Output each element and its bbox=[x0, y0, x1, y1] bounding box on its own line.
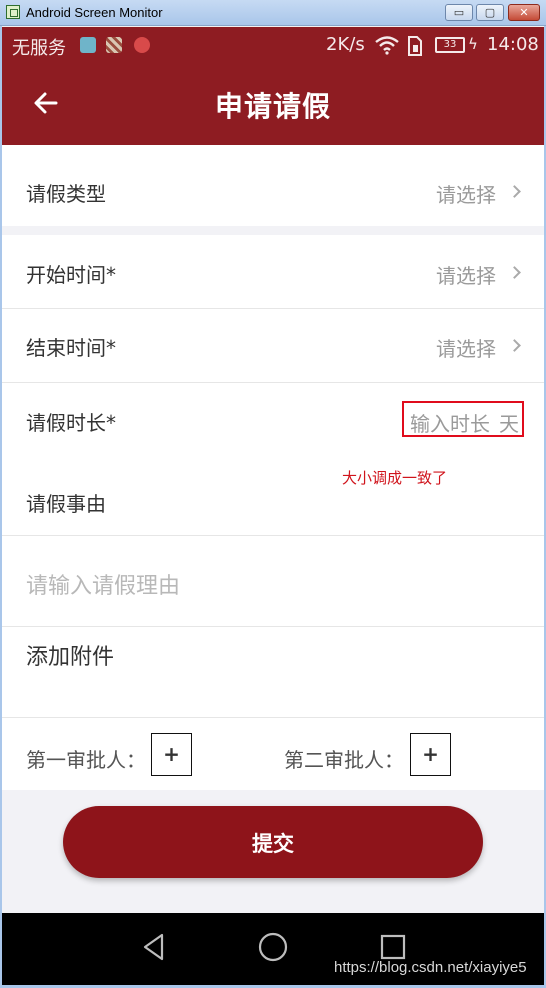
chevron-right-icon bbox=[508, 266, 521, 279]
wifi-icon bbox=[375, 36, 399, 55]
reason-label: 请假事由 bbox=[26, 492, 106, 516]
window-title-bar: Android Screen Monitor ▭ ▢ ✕ bbox=[0, 0, 546, 26]
divider bbox=[2, 626, 544, 627]
notification-app-icon bbox=[80, 37, 96, 53]
navigation-bar: https://blog.csdn.net/xiayiye5 bbox=[2, 913, 544, 985]
chevron-right-icon bbox=[508, 185, 521, 198]
end-time-row[interactable]: 结束时间* 请选择 bbox=[2, 309, 544, 382]
clock: 14:08 bbox=[487, 34, 539, 55]
second-approver-label: 第二审批人： bbox=[284, 748, 404, 772]
first-approver-label: 第一审批人： bbox=[26, 748, 146, 772]
home-circle-icon[interactable] bbox=[257, 931, 289, 963]
start-time-row[interactable]: 开始时间* 请选择 bbox=[2, 235, 544, 308]
battery-level: 33 bbox=[435, 37, 465, 53]
chevron-right-icon bbox=[508, 339, 521, 352]
divider bbox=[2, 717, 544, 718]
plus-icon: + bbox=[163, 742, 180, 766]
duration-input[interactable]: 输入时长 bbox=[410, 408, 490, 437]
maximize-button[interactable]: ▢ bbox=[476, 4, 504, 21]
start-time-value: 请选择 bbox=[436, 264, 496, 288]
leave-type-row[interactable]: 请假类型 请选择 bbox=[2, 145, 544, 226]
notification-image-icon bbox=[106, 37, 122, 53]
duration-unit: 天 bbox=[499, 412, 519, 436]
end-time-value: 请选择 bbox=[436, 337, 496, 361]
plus-icon: + bbox=[422, 742, 439, 766]
add-first-approver-button[interactable]: + bbox=[151, 733, 192, 776]
status-bar: 无服务 2K/s 33 ϟ 14:08 bbox=[2, 27, 544, 63]
window-title: Android Screen Monitor bbox=[26, 5, 163, 20]
back-triangle-icon[interactable] bbox=[140, 931, 168, 963]
annotation-note: 大小调成一致了 bbox=[342, 469, 448, 487]
minimize-button[interactable]: ▭ bbox=[445, 4, 473, 21]
submit-button[interactable]: 提交 bbox=[63, 806, 483, 878]
sim-icon bbox=[408, 36, 422, 56]
duration-highlight-box[interactable]: 输入时长 天 bbox=[402, 401, 524, 437]
app-icon bbox=[6, 5, 20, 19]
duration-label: 请假时长* bbox=[26, 411, 116, 435]
reason-section: 大小调成一致了 请假事由 请输入请假理由 添加附件 第一审批人： + 第二审批人… bbox=[2, 455, 544, 790]
charging-icon: ϟ bbox=[468, 35, 478, 53]
add-second-approver-button[interactable]: + bbox=[410, 733, 451, 776]
divider bbox=[2, 535, 544, 536]
leave-type-label: 请假类型 bbox=[26, 182, 106, 206]
attachment-label[interactable]: 添加附件 bbox=[26, 639, 114, 671]
leave-form: 请假类型 请选择 开始时间* 请选择 结束时间* 请选择 请假时长* 输入时长 … bbox=[2, 145, 544, 913]
page-title: 申请请假 bbox=[214, 90, 331, 123]
close-button[interactable]: ✕ bbox=[508, 4, 540, 21]
watermark: https://blog.csdn.net/xiayiye5 bbox=[334, 959, 527, 976]
submit-label: 提交 bbox=[252, 832, 294, 856]
leave-type-value: 请选择 bbox=[436, 183, 496, 207]
huawei-icon bbox=[134, 37, 150, 53]
carrier-text: 无服务 bbox=[12, 38, 66, 59]
reason-input[interactable]: 请输入请假理由 bbox=[26, 568, 180, 600]
app-bar: 申请请假 bbox=[2, 63, 544, 145]
end-time-label: 结束时间* bbox=[26, 336, 116, 360]
start-time-label: 开始时间* bbox=[26, 263, 116, 287]
network-speed: 2K/s bbox=[326, 34, 365, 55]
